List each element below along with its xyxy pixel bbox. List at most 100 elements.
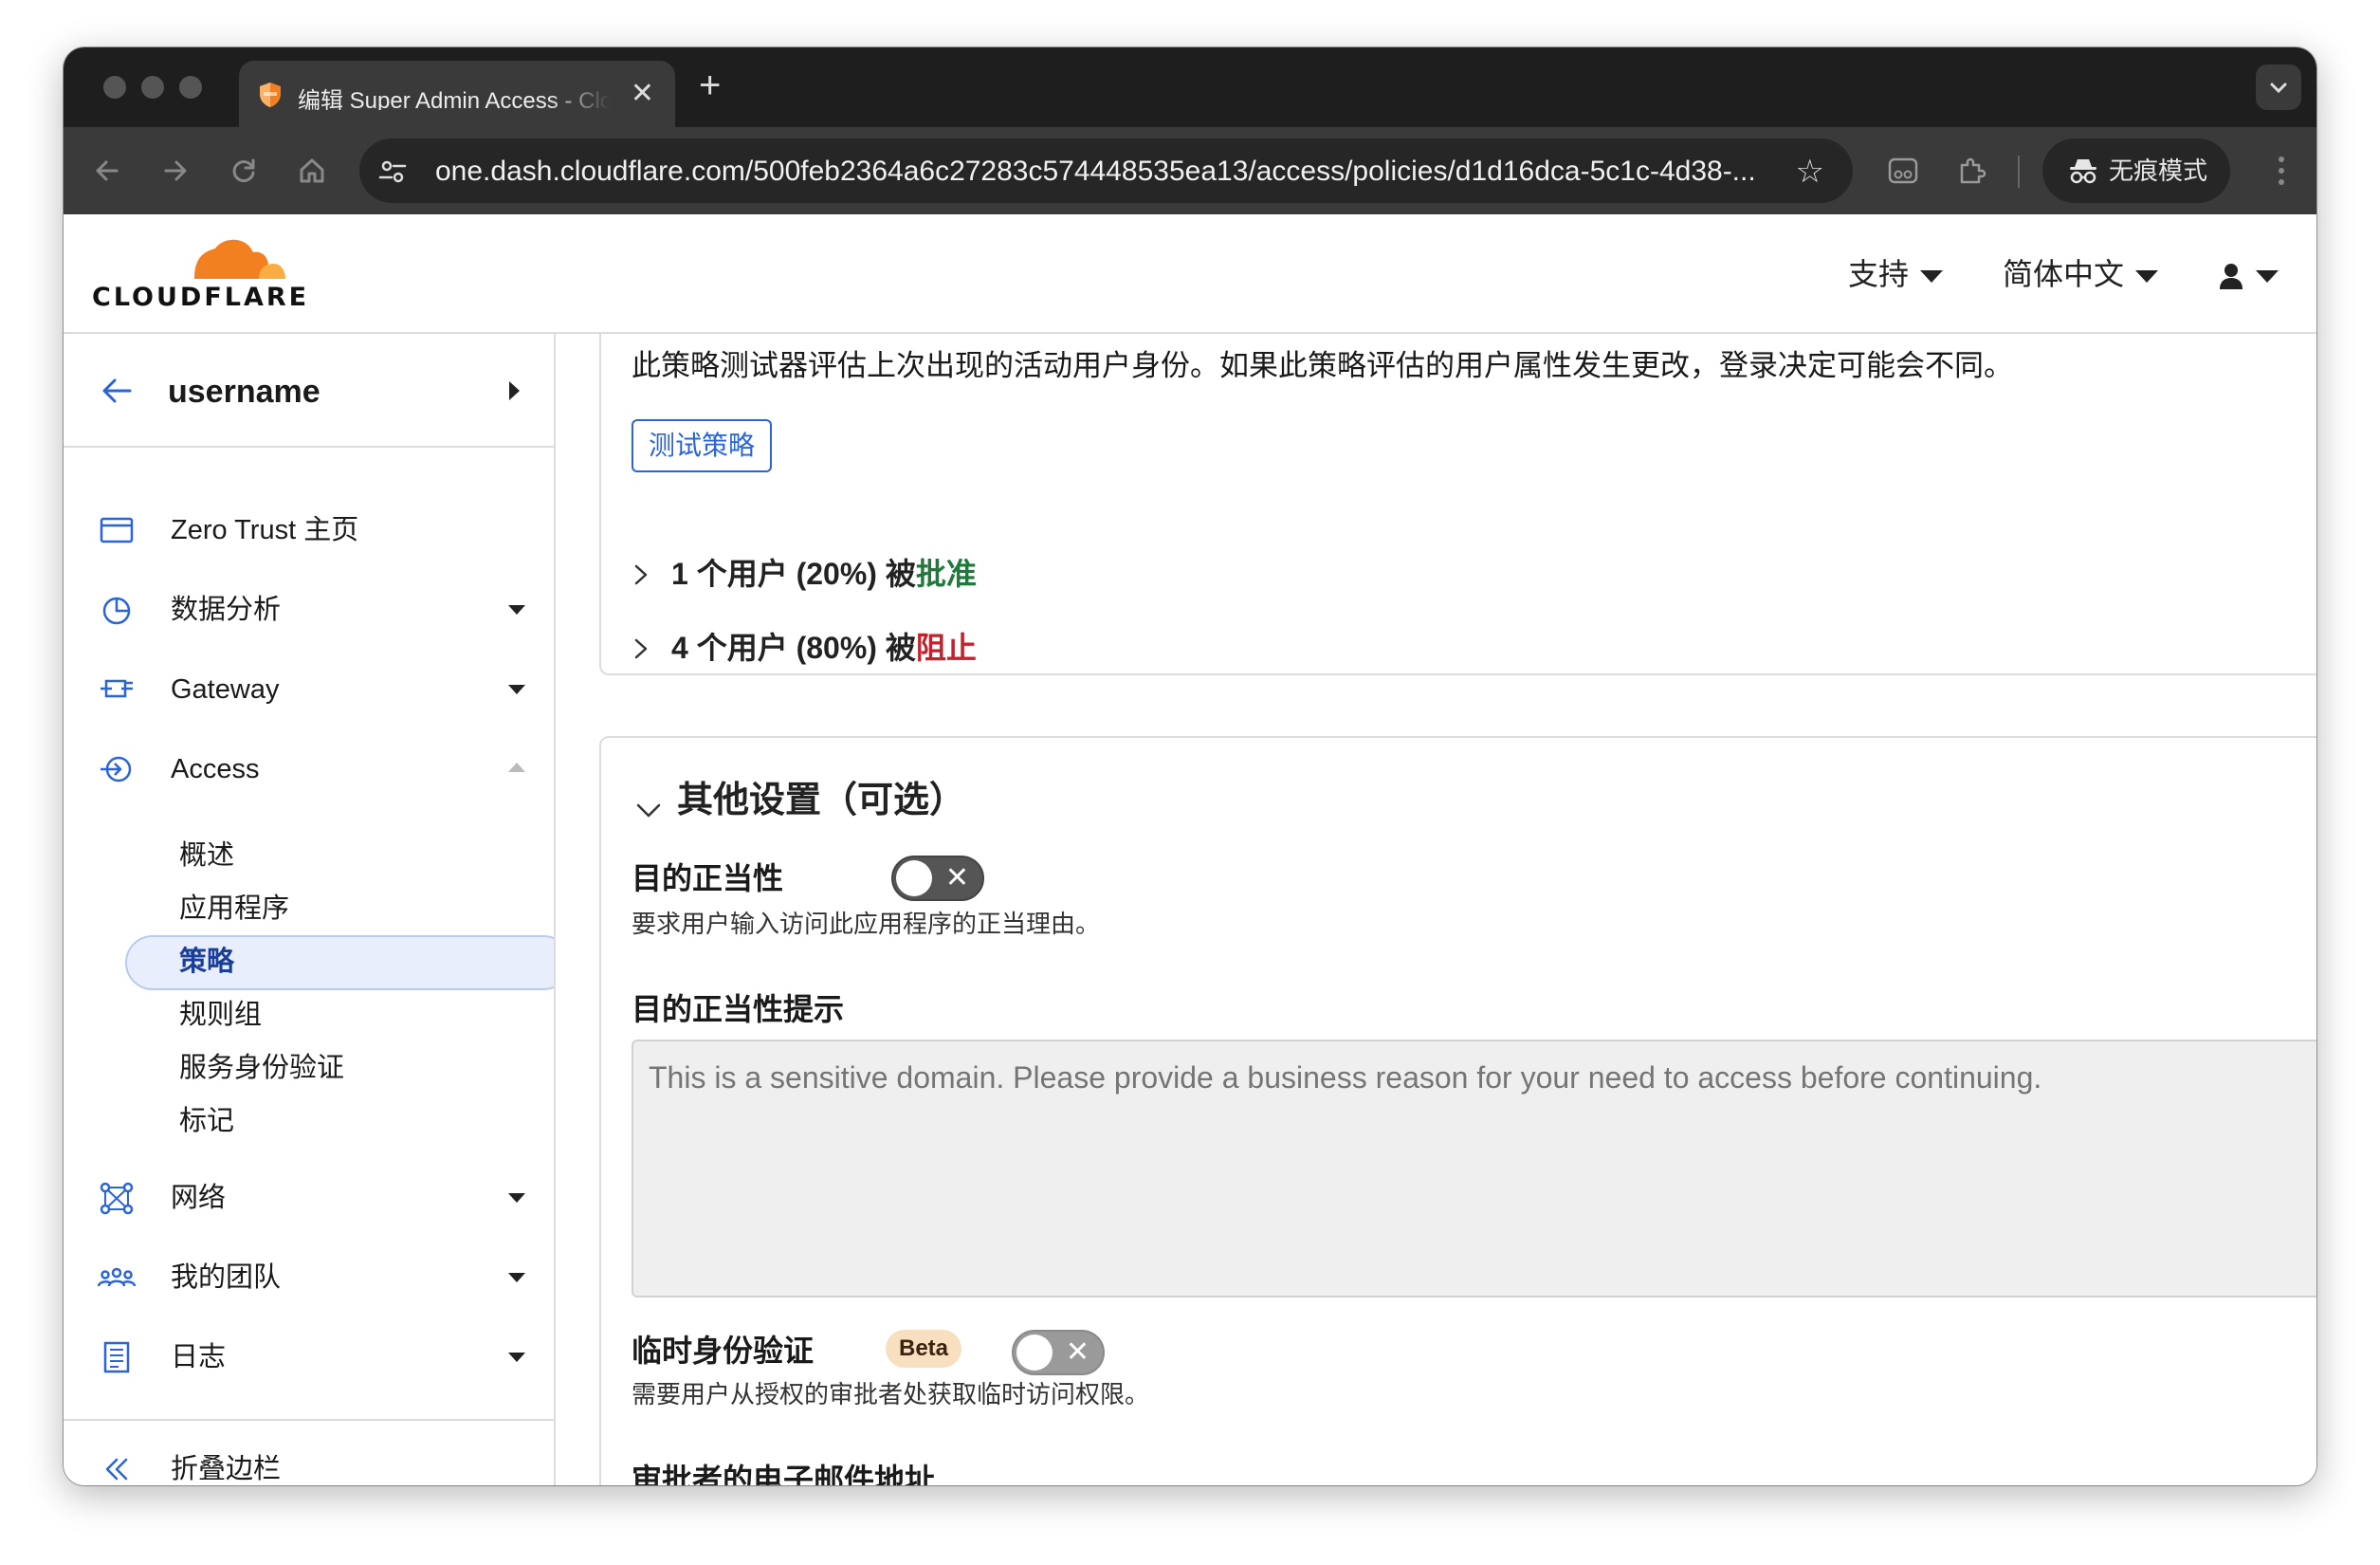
chevron-right-icon bbox=[634, 564, 648, 585]
approver-email-label: 审批者的电子邮件地址 bbox=[632, 1463, 936, 1485]
temporary-auth-label: 临时身份验证 bbox=[632, 1334, 815, 1368]
shield-favicon-icon bbox=[260, 83, 281, 107]
sidebar-item-gateway[interactable]: Gateway bbox=[64, 656, 554, 723]
purpose-justification-label: 目的正当性 bbox=[632, 861, 784, 895]
caret-down-icon bbox=[508, 1353, 525, 1362]
bookmark-star-icon[interactable]: ☆ bbox=[1796, 153, 1824, 191]
back-arrow-icon[interactable] bbox=[90, 154, 124, 188]
close-icon: ✕ bbox=[944, 862, 969, 893]
user-menu[interactable] bbox=[2218, 256, 2279, 292]
browser-menu-icon[interactable] bbox=[2279, 152, 2284, 190]
beta-badge: Beta bbox=[886, 1330, 962, 1368]
tab-close-icon[interactable]: ✕ bbox=[631, 78, 654, 110]
sidebar-item-label: 我的团队 bbox=[171, 1262, 282, 1293]
address-bar[interactable]: one.dash.cloudflare.com/500feb2364a6c272… bbox=[359, 138, 1853, 203]
toggle-knob bbox=[1016, 1335, 1053, 1371]
network-icon bbox=[100, 1182, 134, 1215]
sidebar-item-logs[interactable]: 日志 bbox=[64, 1324, 554, 1390]
language-menu[interactable]: 简体中文 bbox=[2003, 256, 2159, 292]
result-approved-text: 1 个用户 (20%) 被批准 bbox=[671, 554, 977, 594]
gateway-icon bbox=[101, 679, 133, 698]
caret-down-icon bbox=[508, 1193, 525, 1203]
caret-down-icon bbox=[508, 1273, 525, 1282]
tab-title: 编辑 Super Admin Access - Cloudflare Zero … bbox=[298, 88, 611, 110]
test-policy-button[interactable]: 测试策略 bbox=[632, 419, 773, 472]
sidebar-item-zero-trust-home[interactable]: Zero Trust 主页 bbox=[64, 497, 554, 563]
result-approved-prefix: 1 个用户 (20%) 被 bbox=[671, 557, 916, 591]
incognito-label: 无痕模式 bbox=[2109, 156, 2208, 185]
site-settings-icon[interactable] bbox=[376, 156, 409, 188]
cloudflare-cloud-icon bbox=[194, 239, 285, 279]
purpose-prompt-label: 目的正当性提示 bbox=[632, 992, 845, 1026]
extensions-puzzle-icon[interactable] bbox=[1954, 154, 1988, 188]
language-label: 简体中文 bbox=[2003, 257, 2125, 291]
sidebar-item-label: 数据分析 bbox=[171, 595, 282, 625]
support-label: 支持 bbox=[1848, 257, 1910, 291]
result-blocked-prefix: 4 个用户 (80%) 被 bbox=[671, 631, 916, 665]
caret-up-icon bbox=[508, 763, 525, 772]
collapse-sidebar-label: 折叠边栏 bbox=[171, 1454, 282, 1484]
sidebar-item-analytics[interactable]: 数据分析 bbox=[64, 577, 554, 643]
account-switcher[interactable]: username bbox=[64, 334, 554, 448]
reload-icon[interactable] bbox=[227, 154, 261, 188]
sidebar-item-label: Access bbox=[171, 754, 260, 784]
close-window-button[interactable] bbox=[103, 76, 126, 99]
back-arrow-icon[interactable] bbox=[98, 374, 136, 408]
sidebar-sub-applications[interactable]: 应用程序 bbox=[179, 892, 289, 926]
reader-mode-icon[interactable] bbox=[1886, 154, 1920, 188]
new-tab-button[interactable]: + bbox=[699, 66, 721, 104]
forward-arrow-icon[interactable] bbox=[158, 154, 192, 188]
result-blocked-text: 4 个用户 (80%) 被阻止 bbox=[671, 628, 977, 668]
incognito-indicator[interactable]: 无痕模式 bbox=[2042, 138, 2230, 203]
cloudflare-logo[interactable]: CLOUDFLARE bbox=[92, 233, 310, 312]
pie-chart-icon bbox=[102, 597, 131, 625]
sidebar-item-networks[interactable]: 网络 bbox=[64, 1165, 554, 1231]
purpose-prompt-textarea[interactable] bbox=[632, 1040, 2316, 1298]
sidebar-sub-service-auth[interactable]: 服务身份验证 bbox=[179, 1051, 344, 1085]
toolbar-separator bbox=[2018, 156, 2020, 188]
caret-down-icon bbox=[2256, 270, 2279, 284]
sidebar: username Zero Trust 主页 数据分析 Gateway Acce… bbox=[64, 334, 556, 1485]
close-icon: ✕ bbox=[1065, 1336, 1089, 1368]
purpose-justification-desc: 要求用户输入访问此应用程序的正当理由。 bbox=[632, 910, 1101, 938]
chevron-down-icon bbox=[2270, 83, 2287, 94]
logs-icon bbox=[103, 1341, 130, 1373]
caret-right-icon bbox=[509, 381, 520, 400]
cloudflare-wordmark: CLOUDFLARE bbox=[92, 283, 310, 312]
cloudflare-header: CLOUDFLARE 支持 简体中文 bbox=[64, 214, 2316, 334]
url-text[interactable]: one.dash.cloudflare.com/500feb2364a6c272… bbox=[435, 156, 1782, 188]
chevron-down-icon[interactable] bbox=[633, 801, 664, 821]
support-menu[interactable]: 支持 bbox=[1848, 256, 1944, 292]
double-chevron-left-icon bbox=[105, 1458, 128, 1481]
section-title[interactable]: 其他设置（可选） bbox=[677, 776, 965, 825]
temporary-auth-desc: 需要用户从授权的审批者处获取临时访问权限。 bbox=[632, 1380, 1150, 1408]
sidebar-divider bbox=[64, 1419, 554, 1421]
tab-search-button[interactable] bbox=[2256, 64, 2301, 110]
collapse-sidebar-button[interactable]: 折叠边栏 bbox=[64, 1442, 554, 1485]
sidebar-sub-tags[interactable]: 标记 bbox=[179, 1104, 234, 1138]
temporary-auth-toggle[interactable]: ✕ bbox=[1012, 1330, 1105, 1375]
approved-status: 批准 bbox=[915, 557, 977, 591]
sidebar-item-my-team[interactable]: 我的团队 bbox=[64, 1244, 554, 1311]
main-content: 此策略测试器评估上次出现的活动用户身份。如果此策略评估的用户属性发生更改，登录决… bbox=[556, 334, 2316, 1485]
blocked-status: 阻止 bbox=[915, 631, 977, 665]
policy-tester-description: 此策略测试器评估上次出现的活动用户身份。如果此策略评估的用户属性发生更改，登录决… bbox=[632, 349, 2013, 382]
browser-toolbar: one.dash.cloudflare.com/500feb2364a6c272… bbox=[64, 127, 2316, 214]
purpose-justification-toggle[interactable]: ✕ bbox=[891, 856, 984, 901]
caret-down-icon bbox=[508, 685, 525, 694]
sidebar-sub-policies[interactable]: 策略 bbox=[179, 945, 234, 979]
sidebar-item-label: 网络 bbox=[171, 1183, 227, 1213]
sidebar-sub-rule-groups[interactable]: 规则组 bbox=[179, 998, 262, 1032]
caret-down-icon bbox=[508, 605, 525, 615]
browser-tab-active[interactable]: 编辑 Super Admin Access - Cloudflare Zero … bbox=[239, 61, 675, 127]
zoom-window-button[interactable] bbox=[179, 76, 202, 99]
minimize-window-button[interactable] bbox=[141, 76, 164, 99]
caret-down-icon bbox=[1920, 270, 1944, 284]
home-icon[interactable] bbox=[295, 154, 329, 188]
sidebar-item-label: Zero Trust 主页 bbox=[171, 515, 359, 545]
sidebar-sub-overview[interactable]: 概述 bbox=[179, 838, 234, 873]
tab-bar: 编辑 Super Admin Access - Cloudflare Zero … bbox=[64, 47, 2316, 127]
sidebar-item-access[interactable]: Access bbox=[64, 736, 554, 802]
account-name: username bbox=[168, 374, 320, 410]
sidebar-item-label: Gateway bbox=[171, 674, 280, 705]
